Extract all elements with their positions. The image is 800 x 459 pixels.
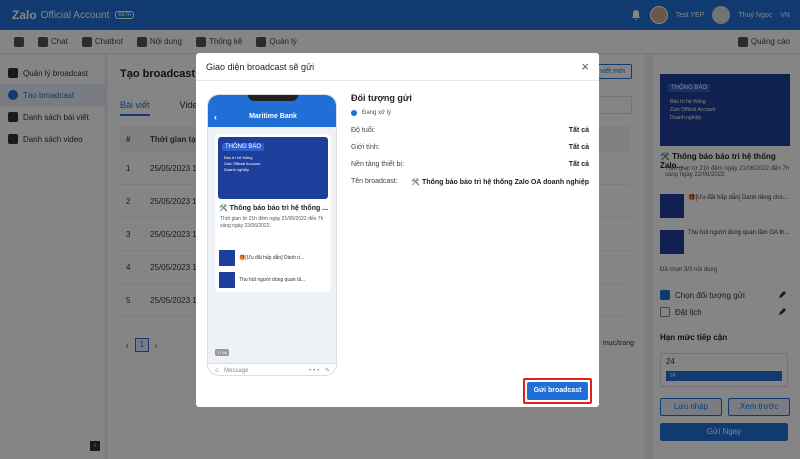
more-icons: ••• ✎ [309,368,332,374]
phone-status-bar [208,95,336,107]
message-time: 17:06 [215,349,230,356]
status-badge: Đang xử lý [351,110,591,116]
card-desc: Thời gian từ 21h đêm ngày 21/06/2022 đến… [220,216,324,229]
send-broadcast-highlight: Gửi broadcast [523,378,592,404]
list-item: Thu hút người dùng quan tâ... [219,272,329,288]
phone-preview: ‹ Maritime Bank THÔNG BÁO Bảo trì hệ thốn… [207,94,337,376]
card-image: THÔNG BÁO Bảo trì hệ thống Zalo Official… [218,137,328,199]
field-label: Giới tính: [351,144,380,151]
phone-header-title: Maritime Bank [249,113,297,120]
list-item: 🎁[Ưu đãi hấp dẫn] Dành ri... [219,250,329,266]
card-title: 🛠️ Thông báo bảo trì hệ thống ... [219,205,329,212]
phone-header: ‹ Maritime Bank [208,107,336,127]
field-age: Độ tuổi: Tất cả [351,127,589,134]
field-broadcast-name: Tên broadcast: 🛠️ Thông báo bảo trì hệ th… [351,178,589,186]
field-platform: Nền tảng thiết bị: Tất cả [351,161,589,168]
card-image-text: Bảo trì hệ thống Zalo Official Account D… [224,155,261,172]
broadcast-preview-modal: Giao diện broadcast sẽ gửi × ‹ Maritime B… [196,53,599,407]
field-value: Tất cả [568,161,589,168]
field-value: Tất cả [568,127,589,134]
phone-notch [248,95,298,101]
message-placeholder: Message [224,367,249,374]
item-thumbnail [219,272,235,288]
close-icon[interactable]: × [581,59,589,74]
card-image-label: THÔNG BÁO [222,143,265,151]
field-label: Nền tảng thiết bị: [351,161,404,168]
send-broadcast-button[interactable]: Gửi broadcast [527,382,588,400]
status-dot [351,110,357,116]
back-arrow-icon: ‹ [214,112,217,122]
modal-title: Giao diện broadcast sẽ gửi [206,62,315,72]
item-label: 🎁[Ưu đãi hấp dẫn] Dành ri... [239,255,305,261]
audience-title: Đối tượng gửi [351,93,412,103]
message-card: THÔNG BÁO Bảo trì hệ thống Zalo Official… [215,134,331,292]
field-value: Tất cả [568,144,589,151]
field-gender: Giới tính: Tất cả [351,144,589,151]
status-text: Đang xử lý [362,110,392,116]
item-thumbnail [219,250,235,266]
phone-message-input: ☺ Message ••• ✎ [208,363,336,375]
item-label: Thu hút người dùng quan tâ... [239,277,306,283]
field-label: Độ tuổi: [351,127,376,134]
emoji-icon: ☺ [214,367,221,374]
field-label: Tên broadcast: [351,178,398,185]
field-value: 🛠️ Thông báo bảo trì hệ thống Zalo OA do… [411,179,589,186]
